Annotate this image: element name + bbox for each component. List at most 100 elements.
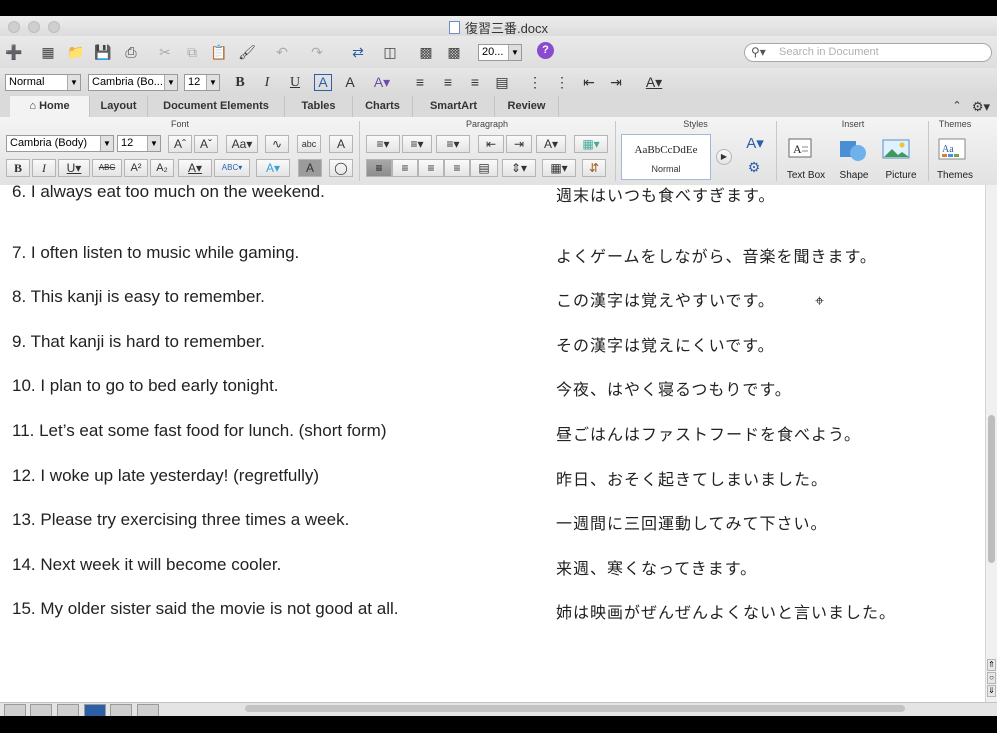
gear-icon[interactable]: ⚙▾ [970, 98, 992, 115]
ribbon-justify-icon[interactable]: ≡ [444, 159, 470, 177]
tab-charts[interactable]: Charts [353, 96, 413, 117]
line-spacing-icon[interactable]: ⇕▾ [502, 159, 536, 177]
phonetic-guide-icon[interactable]: abc [297, 135, 321, 153]
paste-icon[interactable]: 📋 [209, 42, 229, 62]
shape-icon[interactable] [838, 137, 866, 161]
align-left-icon[interactable]: ≡ [412, 74, 428, 91]
borders-icon[interactable]: ▦▾ [542, 159, 576, 177]
help-icon[interactable]: ? [537, 42, 554, 59]
font-select[interactable]: Cambria (Bo... ▼ [88, 74, 178, 91]
ribbon-increase-indent-icon[interactable]: ⇥ [506, 135, 532, 153]
superscript-icon[interactable]: A² [124, 159, 148, 177]
draft-view-icon[interactable] [4, 704, 26, 716]
text-direction-icon[interactable]: ⇵ [582, 159, 606, 177]
ribbon-font-select[interactable]: Cambria (Body) ▼ [6, 135, 114, 152]
ribbon-font-color-icon[interactable]: A▾ [178, 159, 212, 177]
font-color-icon[interactable]: A▾ [641, 74, 667, 91]
scroll-thumb[interactable] [988, 415, 995, 563]
decrease-indent-icon[interactable]: ⇤ [581, 74, 597, 91]
font-color-effects-icon[interactable]: A▾ [370, 74, 394, 91]
print-icon[interactable]: ⎙ [121, 42, 141, 62]
strikethrough-icon[interactable]: ABC [92, 159, 122, 177]
style-gallery-normal[interactable]: AaBbCcDdEe Normal [621, 134, 711, 180]
subscript-icon[interactable]: A₂ [150, 159, 174, 177]
toolbox-icon[interactable]: ▩ [444, 42, 464, 62]
tab-home[interactable]: ⌂ Home [10, 96, 90, 117]
bullet-list-icon[interactable]: ⋮ [554, 74, 570, 91]
tab-layout[interactable]: Layout [90, 96, 148, 117]
open-folder-icon[interactable]: 📁 [66, 42, 86, 62]
document-body[interactable]: 6. I always eat too much on the weekend.… [0, 185, 985, 702]
styles-pane-icon[interactable]: ⚙ [744, 159, 764, 176]
italic-icon[interactable]: I [260, 74, 274, 91]
tab-tables[interactable]: Tables [285, 96, 353, 117]
ribbon-size-select[interactable]: 12 ▼ [117, 135, 161, 152]
highlight-color-icon[interactable]: ABC▾ [214, 159, 250, 177]
text-effects-icon[interactable]: A [314, 74, 332, 91]
outline-view-icon[interactable] [30, 704, 52, 716]
enclose-characters-icon[interactable]: ◯ [329, 159, 353, 177]
styles-scroll-icon[interactable]: ▶ [716, 149, 732, 165]
format-painter-icon[interactable]: 🖌 [237, 42, 257, 62]
copy-icon[interactable]: ⧉ [182, 42, 202, 62]
numbering-icon[interactable]: ≡▾ [402, 135, 432, 153]
next-page-icon[interactable]: ⇓ [987, 685, 996, 697]
gallery-icon[interactable]: ▩ [416, 42, 436, 62]
ribbon-align-right-icon[interactable]: ≡ [418, 159, 444, 177]
align-center-icon[interactable]: ≡ [440, 74, 456, 91]
print-layout-view-icon[interactable] [84, 704, 106, 716]
text-box-label[interactable]: Text Box [783, 170, 829, 181]
ribbon-bold-icon[interactable]: B [6, 159, 30, 177]
tab-smartart[interactable]: SmartArt [413, 96, 495, 117]
redo-icon[interactable]: ↷ [307, 42, 327, 62]
ribbon-underline-icon[interactable]: U▾ [58, 159, 90, 177]
ribbon-align-center-icon[interactable]: ≡ [392, 159, 418, 177]
shape-label[interactable]: Shape [836, 170, 872, 181]
search-input[interactable]: ⚲▾ Search in Document [744, 43, 992, 62]
ribbon-decrease-indent-icon[interactable]: ⇤ [478, 135, 504, 153]
focus-view-icon[interactable] [137, 704, 159, 716]
notebook-view-icon[interactable] [110, 704, 132, 716]
picture-label[interactable]: Picture [880, 170, 922, 181]
character-shading-icon[interactable]: A [298, 159, 322, 177]
align-right-icon[interactable]: ≡ [467, 74, 483, 91]
sort-icon[interactable]: A▾ [536, 135, 566, 153]
vertical-scrollbar[interactable]: ⇑ ○ ⇓ [985, 185, 997, 702]
new-document-icon[interactable]: ➕ [4, 42, 24, 62]
horizontal-scroll-thumb[interactable] [245, 705, 905, 712]
text-effects-ribbon-icon[interactable]: A▾ [256, 159, 290, 177]
font-size-select[interactable]: 12 ▼ [184, 74, 220, 91]
shading-icon[interactable]: ▦▾ [574, 135, 608, 153]
change-case-icon[interactable]: Aa▾ [226, 135, 258, 153]
underline-icon[interactable]: U [288, 74, 302, 91]
ribbon-align-left-icon[interactable]: ≡ [366, 159, 392, 177]
highlight-icon[interactable]: A [342, 74, 358, 91]
manage-styles-icon[interactable]: A▾ [742, 135, 768, 152]
bullets-icon[interactable]: ≡▾ [366, 135, 400, 153]
shrink-font-icon[interactable]: Aˇ [194, 135, 218, 153]
ribbon-italic-icon[interactable]: I [32, 159, 56, 177]
undo-icon[interactable]: ↶ [272, 42, 292, 62]
grow-font-icon[interactable]: Aˆ [168, 135, 192, 153]
justify-icon[interactable]: ▤ [494, 74, 510, 91]
zoom-select[interactable]: 20... ▼ [478, 44, 522, 61]
increase-indent-icon[interactable]: ⇥ [608, 74, 624, 91]
templates-icon[interactable]: ▦ [38, 42, 58, 62]
paragraph-marks-icon[interactable]: ⇄ [348, 42, 368, 62]
distributed-icon[interactable]: ▤ [470, 159, 498, 177]
tab-review[interactable]: Review [495, 96, 559, 117]
character-border-icon[interactable]: A [329, 135, 353, 153]
multilevel-list-icon[interactable]: ≡▾ [436, 135, 470, 153]
publishing-view-icon[interactable] [57, 704, 79, 716]
picture-icon[interactable] [882, 137, 910, 161]
browse-object-icon[interactable]: ○ [987, 672, 996, 684]
tab-document-elements[interactable]: Document Elements [148, 96, 285, 117]
cut-icon[interactable]: ✂ [155, 42, 175, 62]
numbered-list-icon[interactable]: ⋮ [527, 74, 543, 91]
save-icon[interactable]: 💾 [93, 42, 113, 62]
themes-icon[interactable]: Aa [938, 137, 966, 161]
bold-icon[interactable]: B [233, 74, 247, 91]
clear-formatting-icon[interactable]: ∿ [265, 135, 289, 153]
previous-page-icon[interactable]: ⇑ [987, 659, 996, 671]
collapse-ribbon-icon[interactable]: ⌃ [950, 98, 964, 115]
